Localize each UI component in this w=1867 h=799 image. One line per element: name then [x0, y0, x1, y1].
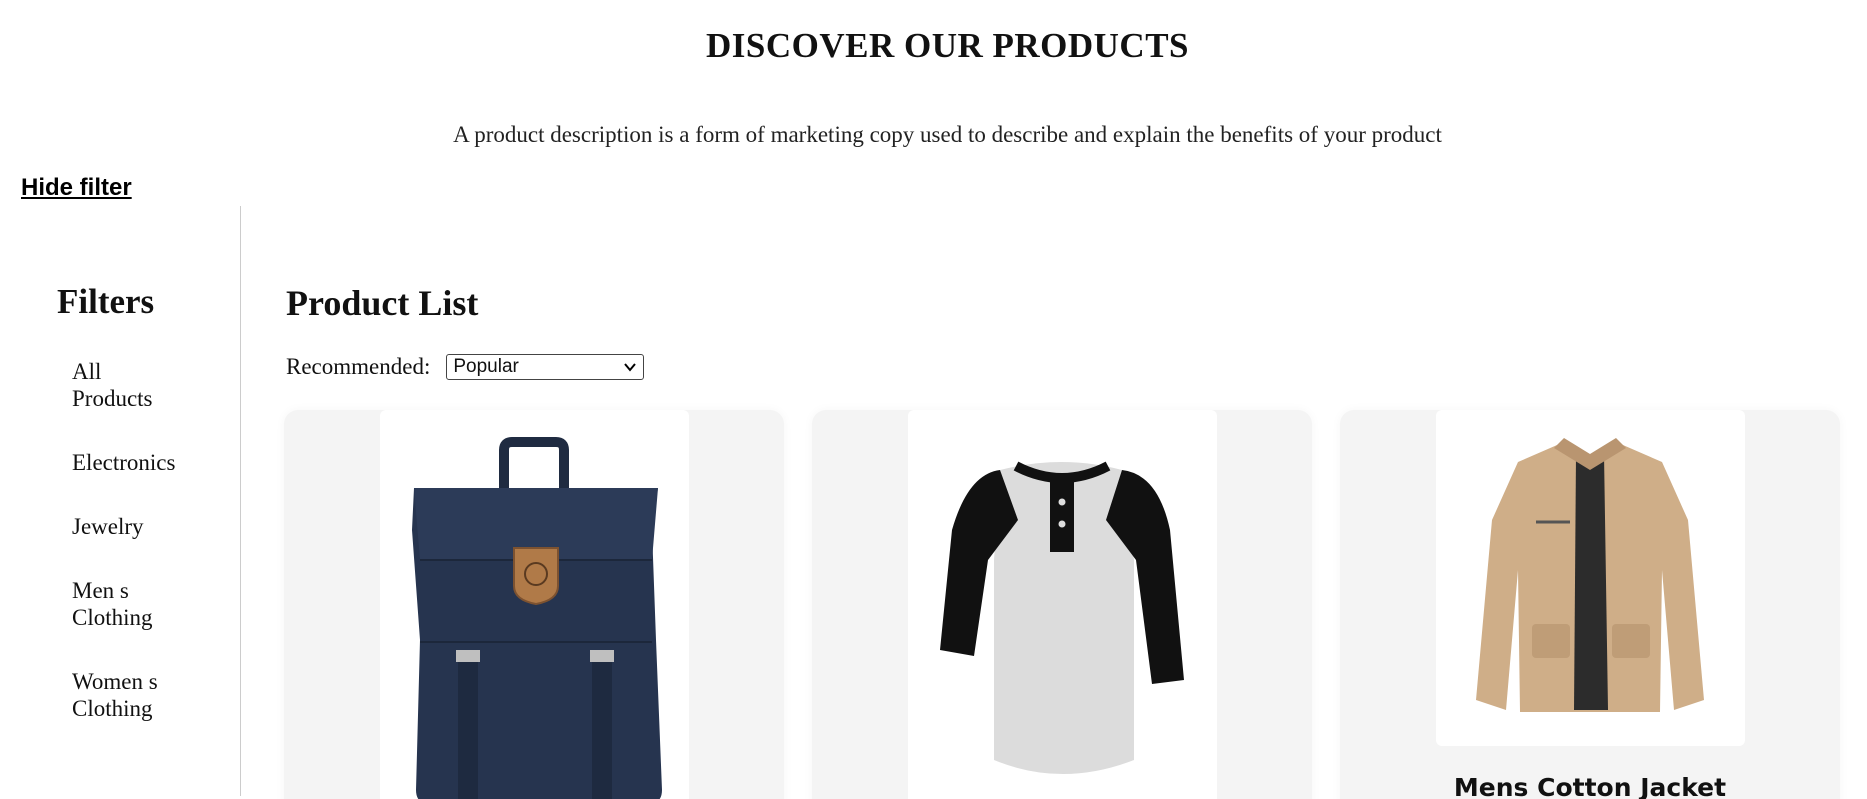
sort-row: Recommended: Popular	[286, 354, 645, 380]
sort-select[interactable]: Popular	[446, 354, 645, 380]
filter-item-womens-clothing[interactable]: Women s Clothing	[72, 668, 187, 722]
filters-title: Filters	[57, 282, 155, 321]
chevron-down-icon	[624, 363, 637, 372]
product-image	[1436, 410, 1745, 746]
filter-list: All Products Electronics Jewelry Men s C…	[72, 358, 222, 759]
filter-item-jewelry[interactable]: Jewelry	[72, 513, 187, 540]
product-image	[380, 410, 689, 799]
sidebar-divider	[240, 206, 241, 796]
product-image	[908, 410, 1217, 799]
product-card[interactable]: Mens Cotton Jacket	[1340, 410, 1840, 799]
filter-item-electronics[interactable]: Electronics	[72, 449, 187, 476]
page: DISCOVER OUR PRODUCTS A product descript…	[0, 0, 1867, 799]
raglan-shirt-icon	[940, 461, 1184, 774]
backpack-icon	[412, 437, 662, 799]
sort-select-value: Popular	[453, 356, 519, 377]
hide-filter-link[interactable]: Hide filter	[21, 174, 132, 202]
sort-label: Recommended:	[286, 354, 431, 379]
product-name: Mens Cotton Jacket	[1453, 773, 1727, 799]
page-subtitle: A product description is a form of marke…	[453, 122, 1442, 147]
product-list-title: Product List	[286, 283, 479, 323]
filter-item-all-products[interactable]: All Products	[72, 358, 187, 412]
page-title: DISCOVER OUR PRODUCTS	[705, 26, 1190, 65]
product-card[interactable]	[284, 410, 784, 799]
jacket-icon	[1476, 438, 1704, 712]
filter-item-mens-clothing[interactable]: Men s Clothing	[72, 577, 187, 631]
product-card[interactable]	[812, 410, 1312, 799]
